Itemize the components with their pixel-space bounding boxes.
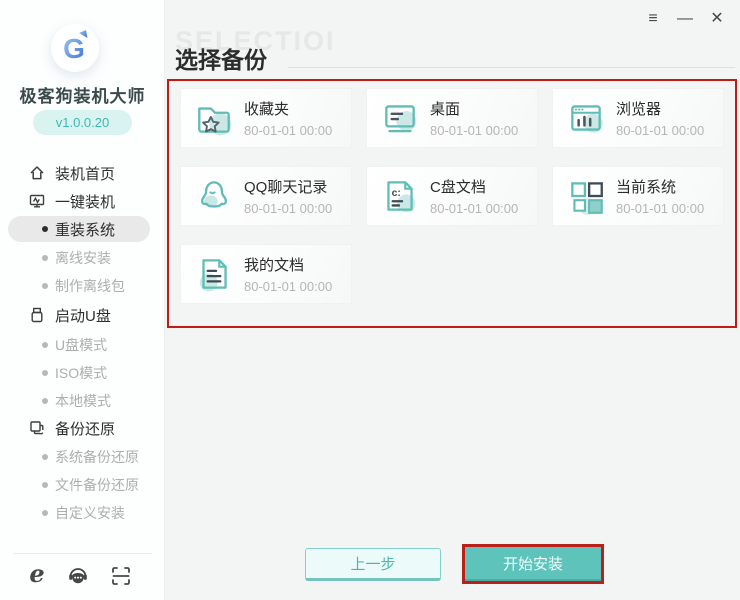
card-title: QQ聊天记录: [244, 176, 332, 197]
backup-card-favorites[interactable]: 收藏夹 80-01-01 00:00: [180, 88, 352, 148]
page-title: 选择备份: [175, 41, 267, 75]
backup-card-current-system[interactable]: 当前系统 80-01-01 00:00: [552, 166, 724, 226]
card-title: 收藏夹: [244, 98, 332, 119]
sidebar-item-make-offline-package[interactable]: 制作离线包: [0, 275, 165, 297]
bullet-icon: [42, 510, 48, 516]
svg-text:G: G: [63, 33, 85, 64]
ie-browser-icon[interactable]: e: [24, 560, 50, 586]
previous-step-button[interactable]: 上一步: [305, 548, 441, 581]
sidebar-item-boot-usb[interactable]: 启动U盘: [0, 304, 165, 326]
sidebar-footer-divider: [13, 553, 152, 554]
start-install-button[interactable]: 开始安装: [465, 547, 601, 581]
home-icon: [29, 165, 45, 181]
sidebar-item-usb-mode[interactable]: U盘模式: [0, 334, 165, 356]
minimize-icon[interactable]: —: [676, 10, 694, 28]
sidebar: G 极客狗装机大师 v1.0.0.20 装机首页 一键装机 重装系统: [0, 0, 165, 600]
app-window: G 极客狗装机大师 v1.0.0.20 装机首页 一键装机 重装系统: [0, 0, 740, 600]
bullet-icon: [42, 370, 48, 376]
bullet-icon: [42, 482, 48, 488]
bullet-icon: [42, 342, 48, 348]
app-logo: G: [51, 24, 99, 72]
card-date: 80-01-01 00:00: [244, 201, 332, 216]
folder-star-icon: [193, 97, 235, 139]
sidebar-item-local-mode[interactable]: 本地模式: [0, 390, 165, 412]
my-documents-icon: [193, 253, 235, 295]
card-date: 80-01-01 00:00: [430, 123, 518, 138]
sidebar-item-system-backup-restore[interactable]: 系统备份还原: [0, 446, 165, 468]
bullet-icon: [42, 454, 48, 460]
card-title: 桌面: [430, 98, 518, 119]
svg-text:c:: c:: [392, 187, 401, 199]
bullet-icon: [42, 255, 48, 261]
sidebar-item-one-key-install[interactable]: 一键装机: [0, 190, 165, 212]
backup-card-qq-chat-history[interactable]: QQ聊天记录 80-01-01 00:00: [180, 166, 352, 226]
sidebar-item-home[interactable]: 装机首页: [0, 162, 165, 184]
start-install-highlight-annotation: 开始安装: [462, 544, 604, 584]
bullet-icon: [42, 283, 48, 289]
card-title: C盘文档: [430, 176, 518, 197]
sidebar-item-reinstall-system[interactable]: 重装系统: [8, 216, 150, 242]
card-title: 我的文档: [244, 254, 332, 275]
qr-scan-icon[interactable]: [110, 565, 132, 587]
close-icon[interactable]: ✕: [708, 10, 726, 28]
usb-drive-icon: [29, 307, 45, 323]
c-drive-document-icon: c:: [379, 175, 421, 217]
bullet-icon: [42, 226, 48, 232]
backup-restore-icon: [29, 420, 45, 436]
app-name: 极客狗装机大师: [0, 82, 165, 107]
main-content: ≡ — ✕ SELECTIOI 选择备份 收藏夹 80-01-01 00:00: [165, 0, 740, 600]
card-title: 当前系统: [616, 176, 704, 197]
card-date: 80-01-01 00:00: [616, 123, 704, 138]
monitor-icon: [29, 193, 45, 209]
card-title: 浏览器: [616, 98, 704, 119]
window-menu-icon[interactable]: ≡: [644, 10, 662, 28]
current-system-icon: [565, 175, 607, 217]
sidebar-item-iso-mode[interactable]: ISO模式: [0, 362, 165, 384]
card-date: 80-01-01 00:00: [430, 201, 518, 216]
backup-card-my-documents[interactable]: 我的文档 80-01-01 00:00: [180, 244, 352, 304]
sidebar-item-offline-install[interactable]: 离线安装: [0, 247, 165, 269]
desktop-icon: [379, 97, 421, 139]
card-date: 80-01-01 00:00: [244, 279, 332, 294]
backup-card-browser[interactable]: 浏览器 80-01-01 00:00: [552, 88, 724, 148]
sidebar-item-backup-restore[interactable]: 备份还原: [0, 417, 165, 439]
browser-icon: [565, 97, 607, 139]
sidebar-item-file-backup-restore[interactable]: 文件备份还原: [0, 474, 165, 496]
version-badge: v1.0.0.20: [33, 110, 132, 135]
backup-card-c-drive-documents[interactable]: c: C盘文档 80-01-01 00:00: [366, 166, 538, 226]
sidebar-item-custom-install[interactable]: 自定义安装: [0, 502, 165, 524]
backup-card-desktop[interactable]: 桌面 80-01-01 00:00: [366, 88, 538, 148]
dog-g-logo-icon: G: [51, 24, 99, 72]
card-date: 80-01-01 00:00: [244, 123, 332, 138]
card-date: 80-01-01 00:00: [616, 201, 704, 216]
qq-penguin-icon: [193, 175, 235, 217]
title-divider: [288, 67, 735, 68]
bullet-icon: [42, 398, 48, 404]
window-controls: ≡ — ✕: [644, 10, 726, 28]
customer-service-icon[interactable]: [66, 564, 90, 588]
